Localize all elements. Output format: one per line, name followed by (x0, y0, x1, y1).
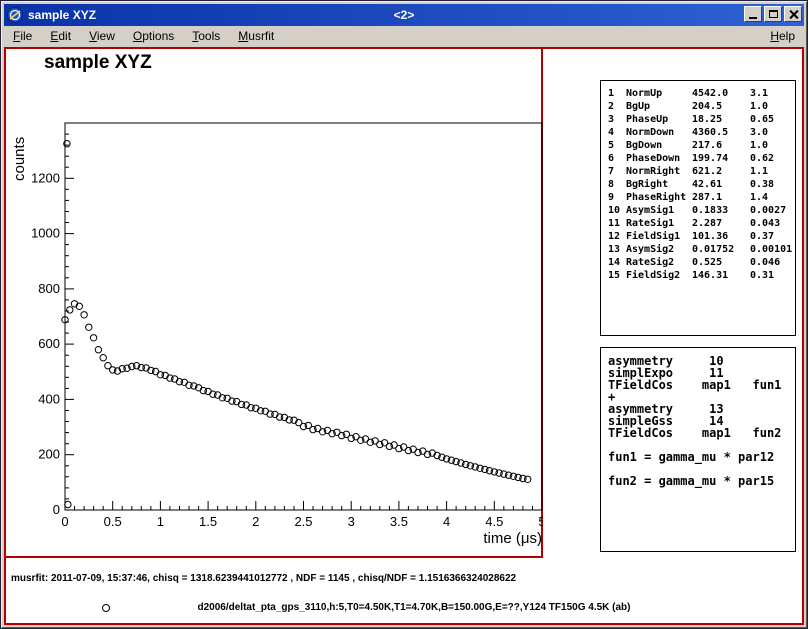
param-row: 5BgDown217.61.0 (601, 139, 795, 152)
param-row: 3PhaseUp18.250.65 (601, 113, 795, 126)
menu-right: Help (761, 26, 804, 47)
close-button[interactable] (784, 6, 802, 22)
y-tick-label: 1000 (31, 226, 60, 241)
main-window: sample XYZ <2> FileEditViewOptionsToolsM… (0, 0, 808, 629)
data-point (181, 379, 187, 385)
param-row: 1NormUp4542.03.1 (601, 87, 795, 100)
theory-line: TFieldCos map1 fun2 (601, 427, 795, 439)
param-row: 7NormRight621.21.1 (601, 165, 795, 178)
menu-item-musrfit[interactable]: Musrfit (229, 26, 283, 47)
x-tick-label: 3 (348, 514, 355, 529)
root-canvas[interactable]: sample XYZ 0 0.5 1 1.5 2 2.5 3 3.5 4 4.5 5 0 200 400 6… (4, 47, 804, 625)
maximize-button[interactable] (764, 6, 782, 22)
minimize-button[interactable] (744, 6, 762, 22)
legend-text: d2006/deltat_pta_gps_3110,h:5,T0=4.50K,T… (86, 602, 742, 613)
param-row: 2BgUp204.51.0 (601, 100, 795, 113)
param-row: 12FieldSig1101.360.37 (601, 230, 795, 243)
data-point (65, 501, 71, 507)
y-tick-label: 0 (53, 502, 60, 517)
minimize-icon (749, 17, 757, 19)
param-row: 4NormDown4360.53.0 (601, 126, 795, 139)
theory-line: TFieldCos map1 fun1 (601, 379, 795, 391)
plot-title: sample XYZ (44, 52, 152, 74)
close-icon (789, 10, 798, 19)
x-tick-label: 0.5 (104, 514, 122, 529)
menu-item-options[interactable]: Options (124, 26, 183, 47)
param-row: 13AsymSig20.017520.00101 (601, 243, 795, 256)
data-point (67, 307, 73, 313)
data-point (100, 355, 106, 361)
data-point (234, 398, 240, 404)
theory-box[interactable]: asymmetry 10simplExpo 11TFieldCos map1 f… (600, 347, 796, 552)
plot[interactable]: 0 0.5 1 1.5 2 2.5 3 3.5 4 4.5 5 0 200 400 600 800 1000 12… (6, 49, 543, 558)
plot-frame (65, 123, 542, 510)
window-badge: <2> (394, 8, 415, 22)
y-tick-label: 400 (38, 391, 60, 406)
x-tick-label: 5 (538, 514, 543, 529)
app-icon[interactable] (7, 7, 23, 23)
titlebar[interactable]: sample XYZ <2> (4, 4, 804, 26)
data-point (95, 347, 101, 353)
data-point (81, 312, 87, 318)
data-point (262, 408, 268, 414)
data-point (90, 335, 96, 341)
x-tick-label: 4.5 (485, 514, 503, 529)
menu-item-file[interactable]: File (4, 26, 41, 47)
param-row: 6PhaseDown199.740.62 (601, 152, 795, 165)
x-tick-label: 4 (443, 514, 450, 529)
data-point (525, 476, 531, 482)
param-row: 14RateSig20.5250.046 (601, 256, 795, 269)
menu-item-edit[interactable]: Edit (41, 26, 80, 47)
param-row: 8BgRight42.610.38 (601, 178, 795, 191)
data-point (205, 388, 211, 394)
data-point (214, 392, 220, 398)
fit-info-text: musrfit: 2011-07-09, 15:37:46, chisq = 1… (11, 573, 516, 584)
menu-item-help[interactable]: Help (761, 26, 804, 47)
x-tick-label: 0 (61, 514, 68, 529)
x-tick-label: 2 (252, 514, 259, 529)
y-axis-label: counts (11, 137, 28, 181)
param-row: 10AsymSig10.18330.0027 (601, 204, 795, 217)
x-tick-label: 3.5 (390, 514, 408, 529)
data-point (224, 395, 230, 401)
param-row: 15FieldSig2146.310.31 (601, 269, 795, 282)
menu-left: FileEditViewOptionsToolsMusrfit (4, 26, 283, 47)
x-tick-label: 1.5 (199, 514, 217, 529)
theory-line: fun1 = gamma_mu * par12 (601, 451, 795, 463)
x-axis-label: time (μs) (483, 530, 542, 547)
y-tick-label: 600 (38, 336, 60, 351)
param-row: 11RateSig12.2870.043 (601, 217, 795, 230)
y-tick-label: 200 (38, 447, 60, 462)
menubar: FileEditViewOptionsToolsMusrfit Help (4, 26, 804, 47)
data-point (86, 324, 92, 330)
y-tick-label: 800 (38, 281, 60, 296)
menu-item-tools[interactable]: Tools (183, 26, 229, 47)
x-tick-label: 1 (157, 514, 164, 529)
maximize-icon (769, 10, 778, 18)
param-row: 9PhaseRight287.11.4 (601, 191, 795, 204)
menu-item-view[interactable]: View (80, 26, 124, 47)
plot-pad[interactable]: sample XYZ 0 0.5 1 1.5 2 2.5 3 3.5 4 4.5 5 0 200 400 6… (6, 49, 543, 558)
theory-line: fun2 = gamma_mu * par15 (601, 475, 795, 487)
param-box[interactable]: 1NormUp4542.03.12BgUp204.51.03PhaseUp18.… (600, 80, 796, 336)
y-tick-label: 1200 (31, 170, 60, 185)
window-title: sample XYZ (28, 8, 96, 22)
x-tick-label: 2.5 (294, 514, 312, 529)
